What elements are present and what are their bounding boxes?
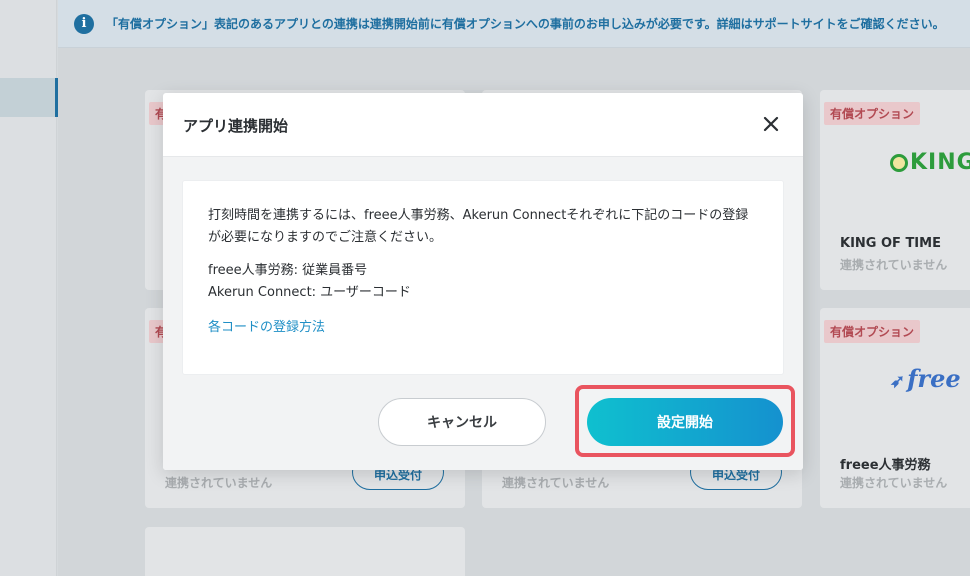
- connection-status: 連携されていません: [840, 258, 948, 272]
- instructions-box: 打刻時間を連携するには、freee人事労務、Akerun Connectそれぞれ…: [183, 181, 783, 374]
- connection-status: 連携されていません: [840, 476, 948, 490]
- modal-header: アプリ連携開始: [163, 93, 803, 157]
- connection-status: 連携されていません: [502, 476, 610, 490]
- start-button-highlight: 設定開始: [575, 385, 795, 457]
- sidebar-item-active[interactable]: [0, 78, 58, 117]
- code-item-akerun: Akerun Connect: ユーザーコード: [208, 285, 411, 300]
- start-setup-button[interactable]: 設定開始: [587, 398, 783, 446]
- clock-icon: [890, 153, 908, 172]
- app-integration-modal: アプリ連携開始 打刻時間を連携するには、freee人事労務、Akerun Con…: [163, 93, 803, 470]
- king-of-time-logo: KING: [890, 150, 970, 175]
- instructions-text: 打刻時間を連携するには、freee人事労務、Akerun Connectそれぞれ…: [208, 208, 749, 245]
- close-icon[interactable]: [761, 114, 781, 134]
- bird-icon: ➶: [890, 371, 906, 392]
- freee-logo: ➶free: [890, 364, 961, 393]
- app-name: KING OF TIME: [840, 236, 941, 251]
- notice-banner: i 「有償オプション」表記のあるアプリとの連携は連携開始前に有償オプションへの事…: [58, 0, 970, 48]
- code-registration-help-link[interactable]: 各コードの登録方法: [208, 316, 325, 335]
- modal-title: アプリ連携開始: [183, 117, 289, 135]
- paid-option-badge: 有償オプション: [824, 102, 921, 125]
- notice-text: 「有償オプション」表記のあるアプリとの連携は連携開始前に有償オプションへの事前の…: [106, 17, 945, 31]
- paid-option-badge: 有償オプション: [824, 320, 921, 343]
- code-item-freee: freee人事労務: 従業員番号: [208, 263, 368, 278]
- app-card-king-of-time[interactable]: 有償オプション KING KING OF TIME 連携されていません: [820, 90, 970, 290]
- cancel-button[interactable]: キャンセル: [378, 398, 546, 446]
- info-icon: i: [74, 13, 94, 34]
- app-name: freee人事労務: [840, 458, 931, 473]
- app-card-freee[interactable]: 有償オプション ➶free freee人事労務 連携されていません: [820, 308, 970, 508]
- code-list: freee人事労務: 従業員番号 Akerun Connect: ユーザーコード: [208, 260, 758, 304]
- connection-status: 連携されていません: [165, 476, 273, 490]
- app-card[interactable]: [145, 527, 465, 576]
